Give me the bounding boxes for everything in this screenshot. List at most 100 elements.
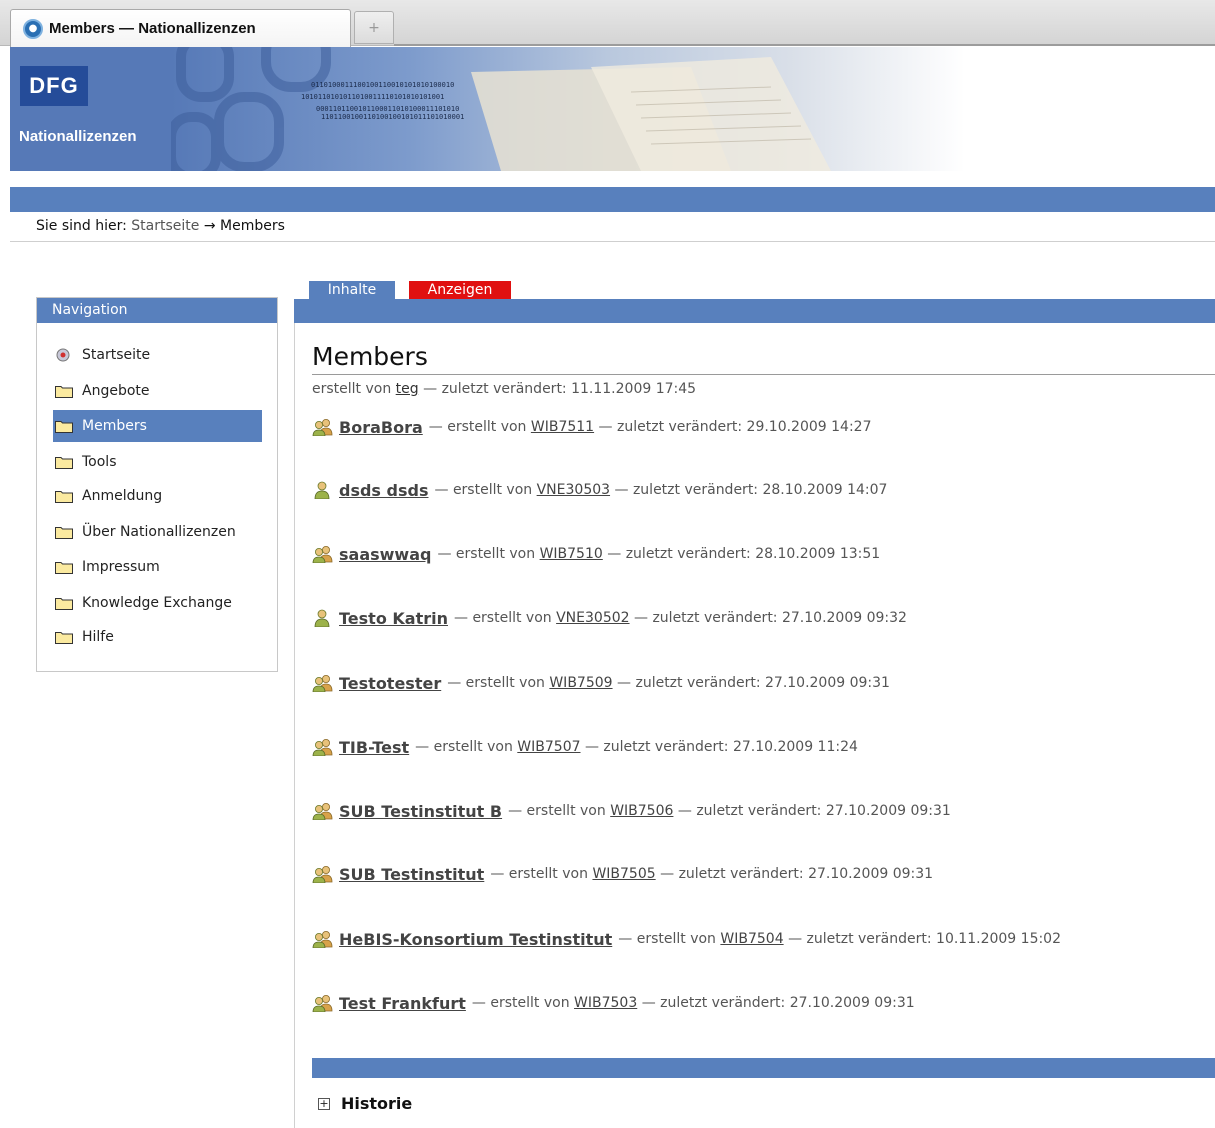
nav-item-label: Members — [82, 418, 147, 434]
dash: — — [453, 610, 468, 626]
created-by-label: erstellt von — [465, 675, 545, 691]
tab-inhalte[interactable]: Inhalte — [309, 281, 395, 299]
modified-date: 27.10.2009 09:31 — [765, 675, 890, 691]
group-icon — [312, 738, 334, 757]
creator-link[interactable]: WIB7504 — [720, 931, 783, 947]
creator-link[interactable]: WIB7510 — [540, 546, 603, 562]
nav-item-label: Hilfe — [82, 629, 114, 645]
top-nav-bar — [10, 187, 1215, 212]
member-name-link[interactable]: SUB Testinstitut — [339, 865, 484, 884]
byline-modified: — zuletzt verändert: 11.11.2009 17:45 — [423, 381, 697, 397]
site-logo-panel[interactable]: DFG Nationallizenzen — [10, 47, 171, 171]
member-name-link[interactable]: dsds dsds — [339, 481, 428, 500]
modified-label: zuletzt verändert: — [652, 610, 778, 626]
nav-item-anmeldung[interactable]: Anmeldung — [53, 480, 262, 512]
dash: — — [660, 866, 675, 882]
creator-link[interactable]: WIB7506 — [610, 803, 673, 819]
nav-item-label: Über Nationallizenzen — [82, 524, 236, 540]
nav-item-members[interactable]: Members — [53, 410, 262, 442]
breadcrumb-home-link[interactable]: Startseite — [131, 218, 199, 234]
tab-anzeigen[interactable]: Anzeigen — [409, 281, 511, 299]
modified-date: 28.10.2009 13:51 — [755, 546, 881, 562]
member-name-link[interactable]: HeBIS-Konsortium Testinstitut — [339, 930, 612, 949]
tab-bar-divider — [394, 44, 1215, 46]
dfg-logo[interactable]: DFG — [20, 66, 88, 106]
breadcrumb-arrow: → — [203, 218, 216, 234]
member-meta: — erstellt von WIB7505 — zuletzt verände… — [490, 866, 933, 882]
nav-item-hilfe[interactable]: Hilfe — [53, 621, 262, 653]
nav-item-knowledge-exchange[interactable]: Knowledge Exchange — [53, 587, 262, 619]
member-row: dsds dsds — erstellt von VNE30503 — zulet… — [312, 479, 887, 501]
browser-tab[interactable]: ● Members — Nationallizenzen — [10, 9, 351, 47]
nav-item-label: Impressum — [82, 559, 160, 575]
modified-date: 29.10.2009 14:27 — [746, 419, 872, 435]
group-icon — [312, 802, 334, 821]
member-name-link[interactable]: Testo Katrin — [339, 609, 448, 628]
creator-link[interactable]: VNE30502 — [556, 610, 629, 626]
creator-link[interactable]: WIB7503 — [574, 995, 637, 1011]
nav-item-startseite[interactable]: Startseite — [53, 339, 262, 371]
navigation-portlet: Navigation Startseite Angebote Members T… — [36, 297, 278, 672]
nav-item-label: Anmeldung — [82, 488, 163, 504]
expand-icon: + — [318, 1096, 330, 1110]
created-by-label: erstellt von — [452, 482, 533, 498]
creator-link[interactable]: WIB7511 — [531, 419, 594, 435]
created-by-label: erstellt von — [490, 995, 570, 1011]
modified-label: zuletzt verändert: — [660, 995, 786, 1011]
member-name-link[interactable]: Test Frankfurt — [339, 994, 466, 1013]
folder-icon — [55, 384, 73, 398]
dash: — — [508, 803, 523, 819]
dash: — — [677, 803, 692, 819]
member-name-link[interactable]: BoraBora — [339, 418, 423, 437]
header-banner-image: 0110100011100100110010101010100010 10101… — [171, 47, 965, 171]
content-toolbar — [294, 299, 1215, 323]
nav-item-label: Tools — [82, 454, 117, 470]
nav-item-impressum[interactable]: Impressum — [53, 551, 262, 583]
member-row: saaswwaq — erstellt von WIB7510 — zuletzt… — [312, 543, 880, 565]
navigation-title: Navigation — [37, 298, 277, 323]
member-row: BoraBora — erstellt von WIB7511 — zuletzt… — [312, 416, 872, 438]
breadcrumb-prefix: Sie sind hier: — [36, 218, 127, 234]
creator-link[interactable]: WIB7505 — [592, 866, 655, 882]
byline-author-link[interactable]: teg — [396, 381, 419, 397]
svg-text:101011010101101001111010101010: 1010110101011010011110101010101001 — [301, 93, 444, 101]
member-name-link[interactable]: saaswwaq — [339, 545, 431, 564]
creator-link[interactable]: WIB7507 — [517, 739, 580, 755]
group-icon — [312, 545, 334, 564]
dash: — — [428, 419, 443, 435]
member-meta: — erstellt von WIB7504 — zuletzt verände… — [618, 931, 1061, 947]
group-icon — [312, 865, 334, 884]
member-meta: — erstellt von WIB7507 — zuletzt verände… — [415, 739, 858, 755]
site-favicon-icon: ● — [23, 18, 43, 39]
content-border — [294, 323, 295, 1128]
member-name-link[interactable]: Testotester — [339, 674, 441, 693]
nav-item-tools[interactable]: Tools — [53, 446, 262, 478]
svg-text:000110110010110001101010001110: 0001101100101100011010100011101010 — [316, 105, 459, 113]
created-by-label: erstellt von — [433, 739, 513, 755]
nav-item-label: Angebote — [82, 383, 150, 399]
creator-link[interactable]: WIB7509 — [549, 675, 612, 691]
member-meta: — erstellt von WIB7511 — zuletzt verände… — [429, 419, 872, 435]
home-icon — [55, 348, 73, 362]
member-row: TIB-Test — erstellt von WIB7507 — zuletzt… — [312, 736, 858, 758]
dash: — — [471, 995, 486, 1011]
footer-bar — [312, 1058, 1215, 1078]
dash: — — [437, 546, 452, 562]
nav-item-angebote[interactable]: Angebote — [53, 375, 262, 407]
modified-label: zuletzt verändert: — [603, 739, 729, 755]
breadcrumb-divider — [10, 241, 1215, 242]
member-name-link[interactable]: SUB Testinstitut B — [339, 802, 502, 821]
new-tab-button[interactable]: + — [354, 11, 394, 44]
member-name-link[interactable]: TIB-Test — [339, 738, 409, 757]
byline-prefix: erstellt von — [312, 381, 392, 397]
folder-icon — [55, 630, 73, 644]
member-row: SUB Testinstitut — erstellt von WIB7505 —… — [312, 863, 933, 885]
member-meta: — erstellt von VNE30502 — zuletzt veränd… — [454, 610, 907, 626]
folder-icon — [55, 489, 73, 503]
creator-link[interactable]: VNE30503 — [537, 482, 610, 498]
member-meta: — erstellt von VNE30503 — zuletzt veränd… — [434, 482, 887, 498]
nav-item-ueber-nationallizenzen[interactable]: Über Nationallizenzen — [53, 516, 262, 548]
site-name: Nationallizenzen — [19, 128, 137, 145]
historie-toggle[interactable]: + Historie — [318, 1094, 412, 1113]
modified-date: 27.10.2009 09:31 — [808, 866, 934, 882]
